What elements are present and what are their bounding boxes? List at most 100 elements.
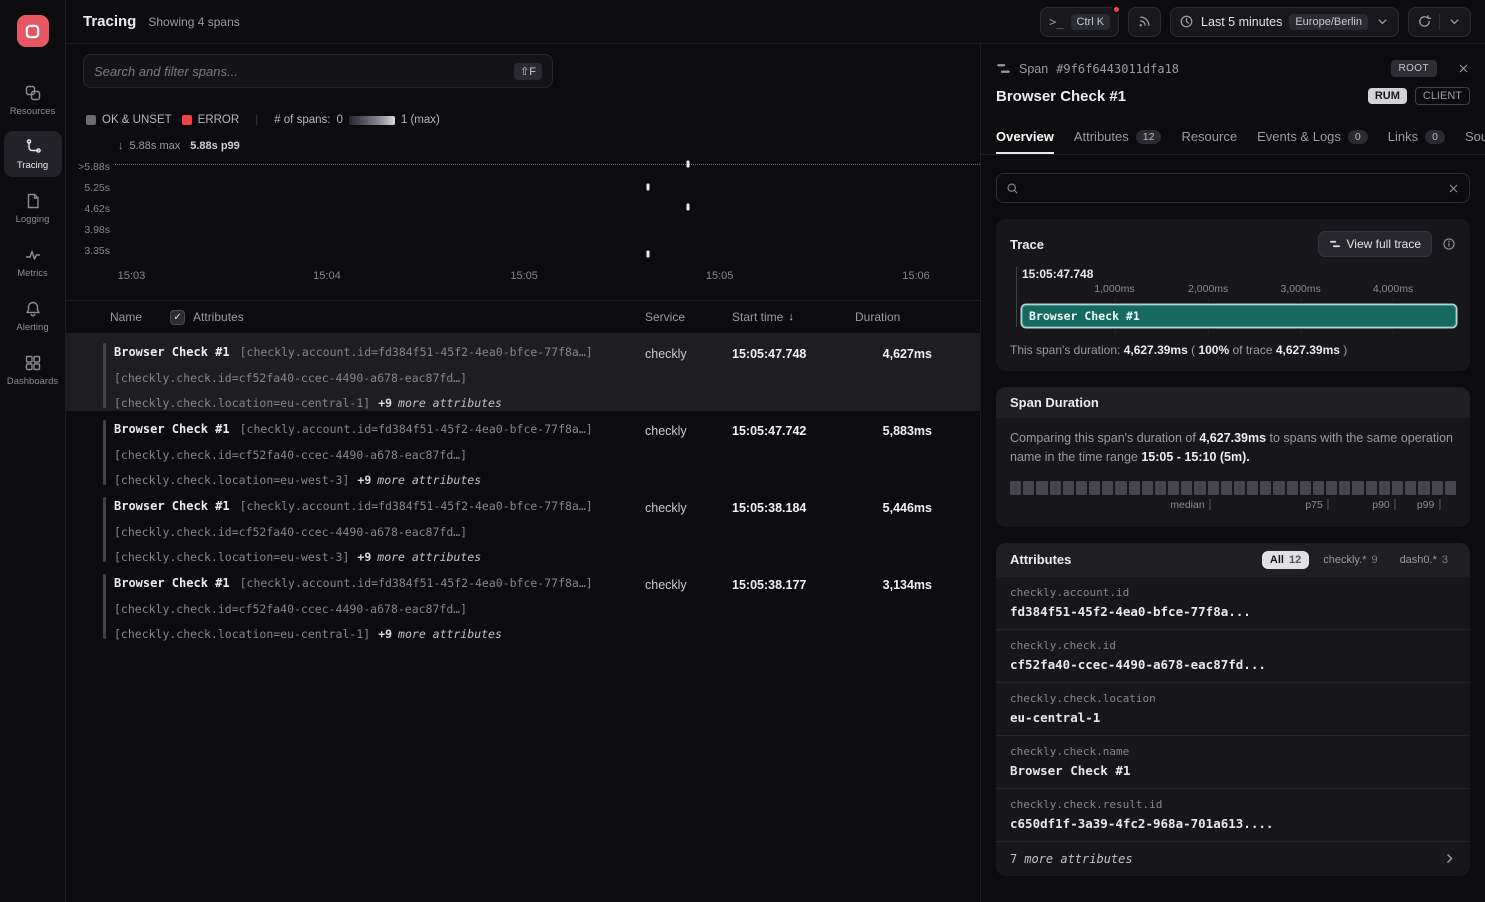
duration-cell: 3,134ms xyxy=(840,565,932,648)
view-full-trace-button[interactable]: View full trace xyxy=(1318,231,1432,257)
search-shortcut-keycap: ⇧F xyxy=(514,63,542,80)
span-data-point[interactable] xyxy=(646,183,649,190)
start-time-cell: 15:05:47.742 xyxy=(717,411,840,494)
legend-error[interactable]: ERROR xyxy=(182,114,240,126)
attributes-section: Attributes All12checkly.*9dash0.*3 check… xyxy=(996,543,1470,876)
span-table-body: Browser Check #1[checkly.account.id=fd38… xyxy=(66,334,980,642)
span-search-box[interactable]: ⇧F xyxy=(83,54,553,88)
tab-resource[interactable]: Resource xyxy=(1181,119,1237,154)
clear-search-icon[interactable] xyxy=(1447,182,1460,195)
sidebar-item-resources[interactable]: Resources xyxy=(4,77,62,123)
duration-histogram xyxy=(1010,481,1456,495)
info-icon[interactable] xyxy=(1442,237,1456,251)
histogram-bin xyxy=(1194,481,1205,495)
attr-filter-checkly[interactable]: checkly.*9 xyxy=(1315,551,1385,569)
sidebar-item-logging[interactable]: Logging xyxy=(4,185,62,231)
tab-source[interactable]: Source xyxy=(1465,119,1485,154)
attribute-item[interactable]: checkly.check.location eu-central-1 xyxy=(996,682,1470,735)
service-cell: checkly xyxy=(630,488,717,571)
attribute-key: checkly.check.result.id xyxy=(1010,798,1456,811)
trace-axis-tick: 4,000ms xyxy=(1373,283,1413,295)
tracing-icon xyxy=(24,138,42,156)
table-row[interactable]: Browser Check #1[checkly.account.id=fd38… xyxy=(66,334,980,411)
span-title: Browser Check #1 xyxy=(996,88,1126,105)
column-duration[interactable]: Duration xyxy=(840,310,932,324)
panel-search-box[interactable] xyxy=(996,173,1470,203)
duration-cell: 5,883ms xyxy=(840,411,932,494)
notification-dot xyxy=(1112,5,1121,14)
legend-span-count: # of spans: 0 1 (max) xyxy=(274,114,440,126)
sidebar-item-dashboards[interactable]: Dashboards xyxy=(4,347,62,393)
trace-section: Trace View full trace 15:05:47.748 1,000… xyxy=(996,219,1470,371)
span-name: Browser Check #1 xyxy=(114,499,230,513)
histogram-bin xyxy=(1089,481,1100,495)
table-row[interactable]: Browser Check #1[checkly.account.id=fd38… xyxy=(66,565,980,642)
p99-dotted-line xyxy=(115,164,980,165)
table-row[interactable]: Browser Check #1[checkly.account.id=fd38… xyxy=(66,488,980,565)
sort-desc-icon: ↓ xyxy=(788,311,794,323)
attribute-value: fd384f51-45f2-4ea0-bfce-77f8a... xyxy=(1010,604,1456,619)
start-time-cell: 15:05:38.177 xyxy=(717,565,840,648)
attribute-item[interactable]: checkly.account.id fd384f51-45f2-4ea0-bf… xyxy=(996,577,1470,629)
max-latency-label: 5.88s max xyxy=(130,140,181,152)
chart-plot-area[interactable] xyxy=(115,156,980,262)
legend-ok[interactable]: OK & UNSET xyxy=(86,114,172,126)
table-row[interactable]: Browser Check #1[checkly.account.id=fd38… xyxy=(66,411,980,488)
close-panel-button[interactable] xyxy=(1457,62,1470,75)
span-count-subtitle: Showing 4 spans xyxy=(148,15,239,29)
arrow-down-icon: ↓ xyxy=(118,140,124,152)
histogram-bin xyxy=(1260,481,1271,495)
service-cell: checkly xyxy=(630,565,717,648)
more-attributes-row[interactable]: 7 more attributes xyxy=(996,841,1470,876)
attribute-item[interactable]: checkly.check.id cf52fa40-ccec-4490-a678… xyxy=(996,629,1470,682)
client-badge: CLIENT xyxy=(1415,87,1470,105)
span-duration-heading: Span Duration xyxy=(1010,395,1099,410)
search-input[interactable] xyxy=(94,64,514,79)
app-logo[interactable] xyxy=(17,15,49,47)
histogram-bin xyxy=(1432,481,1443,495)
refresh-button[interactable] xyxy=(1408,7,1471,37)
attr-filter-all[interactable]: All12 xyxy=(1262,551,1309,569)
tab-links[interactable]: Links 0 xyxy=(1388,119,1445,154)
tab-attributes[interactable]: Attributes 12 xyxy=(1074,119,1162,154)
trace-span-bar[interactable]: Browser Check #1 xyxy=(1022,305,1456,327)
histogram-bin xyxy=(1313,481,1324,495)
service-cell: checkly xyxy=(630,334,717,417)
column-service[interactable]: Service xyxy=(630,310,717,324)
column-start-time[interactable]: Start time ↓ xyxy=(717,310,840,324)
attribute-item[interactable]: checkly.check.name Browser Check #1 xyxy=(996,735,1470,788)
time-range-label: Last 5 minutes xyxy=(1201,15,1282,29)
sidebar-item-metrics[interactable]: Metrics xyxy=(4,239,62,285)
sidebar-item-tracing[interactable]: Tracing xyxy=(4,131,62,177)
y-axis: >5.88s5.25s4.62s3.98s3.35s xyxy=(66,156,115,262)
attribute-value: Browser Check #1 xyxy=(1010,763,1456,778)
span-name: Browser Check #1 xyxy=(114,422,230,436)
histogram-bin xyxy=(1155,481,1166,495)
latency-scatter-chart[interactable]: ↓ 5.88s max 5.88s p99 >5.88s5.25s4.62s3.… xyxy=(66,138,980,290)
attributes-toggle-checkbox[interactable]: ✓ xyxy=(170,310,185,325)
panel-search-input[interactable] xyxy=(1027,181,1439,196)
span-data-point[interactable] xyxy=(646,251,649,258)
tab-events-logs[interactable]: Events & Logs 0 xyxy=(1257,119,1368,154)
broadcast-button[interactable] xyxy=(1128,7,1161,37)
trace-axis-tick: 3,000ms xyxy=(1280,283,1320,295)
sidebar-item-alerting[interactable]: Alerting xyxy=(4,293,62,339)
column-name[interactable]: Name xyxy=(110,310,142,324)
span-attribute: [checkly.check.location=eu-central-1] xyxy=(114,627,370,641)
histogram-bin xyxy=(1102,481,1113,495)
histogram-bin xyxy=(1247,481,1258,495)
attribute-key: checkly.account.id xyxy=(1010,586,1456,599)
histogram-bin xyxy=(1366,481,1377,495)
start-time-cell: 15:05:38.184 xyxy=(717,488,840,571)
tab-overview[interactable]: Overview xyxy=(996,119,1054,154)
command-palette-button[interactable]: >_ Ctrl K xyxy=(1040,7,1119,37)
attribute-item[interactable]: checkly.check.result.id c650df1f-3a39-4f… xyxy=(996,788,1470,841)
span-data-point[interactable] xyxy=(686,203,689,210)
attr-filter-dash0[interactable]: dash0.*3 xyxy=(1392,551,1456,569)
time-range-selector[interactable]: Last 5 minutes Europe/Berlin xyxy=(1170,7,1399,37)
span-data-point[interactable] xyxy=(686,160,689,167)
histogram-bin xyxy=(1326,481,1337,495)
tab-count-badge: 0 xyxy=(1425,130,1445,144)
span-attribute: [checkly.check.id=cf52fa40-ccec-4490-a67… xyxy=(114,602,467,616)
span-attribute: [checkly.check.location=eu-west-3] xyxy=(114,550,349,564)
